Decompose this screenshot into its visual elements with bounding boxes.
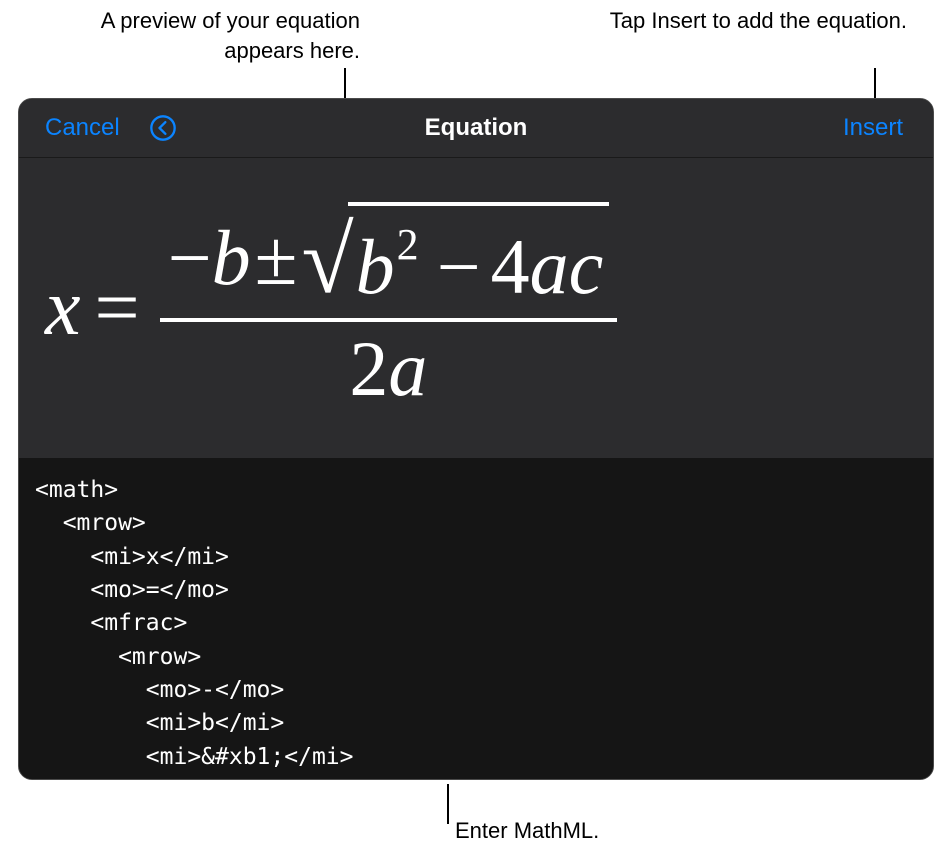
cancel-button[interactable]: Cancel [45,114,120,142]
equation-fraction: − b ± √ b 2 − 4 a c [160,202,618,414]
numerator-pm: ± [255,213,298,303]
callout-line [447,784,449,824]
denominator-a: a [388,325,427,412]
callout-preview: A preview of your equation appears here. [40,6,360,65]
callout-insert: Tap Insert to add the equation. [607,6,907,36]
radicand-c: c [569,222,604,312]
radicand-a: a [530,222,569,312]
equation-equals: = [95,263,140,354]
dialog-title: Equation [425,114,528,142]
callout-mathml: Enter MathML. [455,818,599,844]
sqrt-icon: √ b 2 − 4 a c [301,202,609,314]
radicand: b 2 − 4 a c [348,202,610,314]
radicand-4: 4 [491,222,530,312]
numerator-minus: − [168,213,212,303]
insert-button[interactable]: Insert [843,114,903,142]
dialog-header: Cancel Equation Insert [19,99,933,158]
mathml-code[interactable]: <math> <mrow> <mi>x</mi> <mo>=</mo> <mfr… [35,474,917,774]
denominator-2: 2 [349,325,388,412]
undo-icon[interactable] [148,113,178,143]
equation-numerator: − b ± √ b 2 − 4 a c [160,202,618,318]
radical-sign: √ [301,205,353,315]
equation-render: x = − b ± √ b 2 − 4 a c [45,202,617,414]
equation-denominator: 2a [349,322,427,414]
radicand-minus: − [437,222,481,312]
equation-preview: x = − b ± √ b 2 − 4 a c [19,158,933,458]
equation-dialog: Cancel Equation Insert x = − b ± √ [18,98,934,780]
numerator-b: b [212,213,251,303]
radicand-b: b [356,222,395,312]
mathml-input[interactable]: <math> <mrow> <mi>x</mi> <mo>=</mo> <mfr… [19,458,933,779]
equation-lhs: x [45,263,81,354]
radicand-exp: 2 [397,219,419,270]
